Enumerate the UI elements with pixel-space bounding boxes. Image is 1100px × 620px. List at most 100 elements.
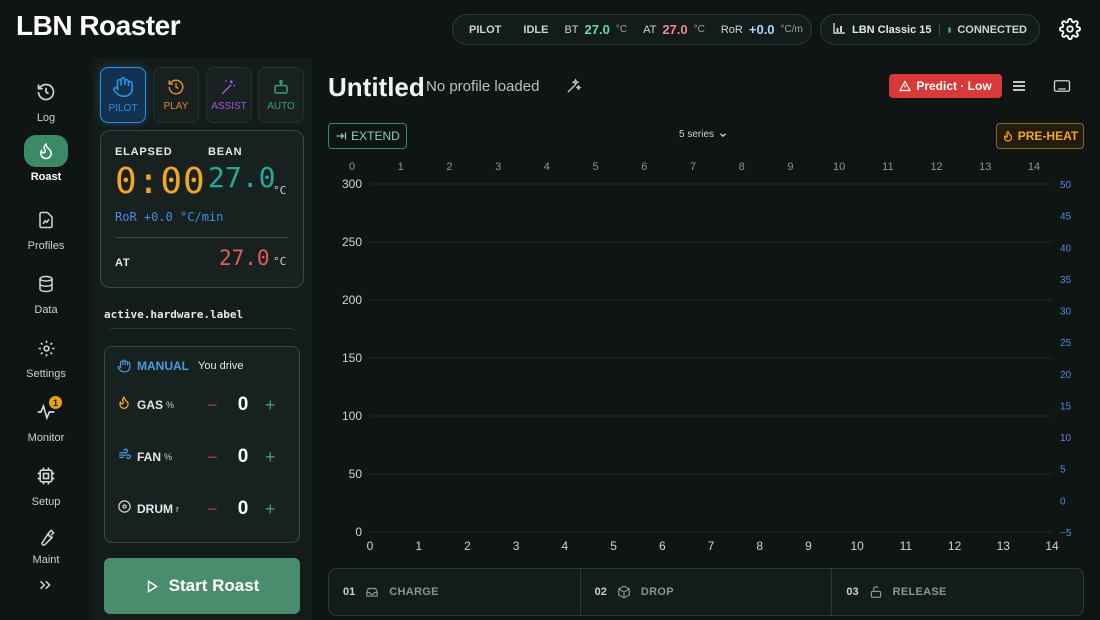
x-top-tick-label: 6 bbox=[641, 161, 647, 173]
y-right-tick-label: 15 bbox=[1060, 401, 1072, 412]
menu-button[interactable] bbox=[1011, 78, 1027, 99]
x-top-tick-label: 0 bbox=[349, 161, 355, 173]
x-bottom-tick-label: 2 bbox=[464, 539, 471, 552]
drum-label: DRUM bbox=[137, 502, 173, 516]
series-label: 5 series bbox=[679, 129, 715, 140]
inbox-icon bbox=[366, 587, 379, 597]
device-selector[interactable]: LBN Classic 15 CONNECTED bbox=[820, 14, 1040, 45]
x-top-tick-label: 8 bbox=[739, 161, 745, 173]
sidebar-item-maint[interactable]: Maint bbox=[0, 524, 92, 566]
ror-value: +0.0 bbox=[748, 22, 775, 37]
bt-label: BT bbox=[564, 23, 579, 36]
event-charge-button[interactable]: 01 CHARGE bbox=[329, 569, 581, 615]
event-name: RELEASE bbox=[892, 586, 947, 598]
x-bottom-tick-label: 0 bbox=[367, 539, 374, 552]
settings-button[interactable] bbox=[1056, 15, 1084, 43]
ror-unit: °C/m bbox=[780, 24, 803, 35]
flame-icon bbox=[119, 396, 129, 409]
gear-icon bbox=[1059, 18, 1081, 40]
profile-magic-button[interactable] bbox=[565, 77, 583, 100]
x-bottom-tick-label: 14 bbox=[1045, 539, 1059, 552]
x-top-tick-label: 5 bbox=[593, 161, 599, 173]
sidebar-item-monitor[interactable]: 1 Monitor bbox=[0, 396, 92, 456]
status-bar: PILOT IDLE BT 27.0 °C AT 27.0 °C RoR +0.… bbox=[452, 14, 812, 45]
tab-play[interactable]: PLAY bbox=[153, 67, 199, 123]
gas-unit: % bbox=[166, 400, 175, 410]
gas-label: GAS bbox=[137, 398, 164, 412]
x-bottom-tick-label: 12 bbox=[948, 539, 962, 552]
y-right-tick-label: 50 bbox=[1060, 180, 1072, 191]
device-name: LBN Classic 15 bbox=[852, 23, 932, 36]
sidebar-item-settings[interactable]: Settings bbox=[0, 332, 92, 392]
status-state: IDLE bbox=[523, 23, 549, 36]
x-top-tick-label: 7 bbox=[690, 161, 696, 173]
sidebar-item-label: Monitor bbox=[27, 432, 65, 444]
roast-chart[interactable]: 30025020015010050050454035302520151050−5… bbox=[312, 154, 1100, 552]
predict-label: Predict · Low bbox=[916, 79, 992, 93]
extend-button[interactable]: EXTEND bbox=[328, 123, 407, 149]
flame-icon bbox=[1003, 130, 1012, 142]
tab-auto[interactable]: AUTO bbox=[258, 67, 304, 123]
sidebar-item-label: Roast bbox=[30, 171, 62, 183]
warning-icon bbox=[899, 80, 912, 92]
at-value: 27.0 bbox=[219, 246, 270, 270]
series-dropdown[interactable]: 5 series bbox=[679, 129, 728, 140]
sidebar-item-data[interactable]: Data bbox=[0, 268, 92, 328]
preheat-button[interactable]: PRE-HEAT bbox=[996, 123, 1084, 149]
temperature-readout: ELAPSED BEAN 0:00 27.0 °C RoR +0.0 °C/mi… bbox=[100, 130, 304, 288]
y-left-tick-label: 300 bbox=[342, 177, 362, 191]
sidebar-item-log[interactable]: Log bbox=[0, 76, 92, 136]
x-bottom-tick-label: 5 bbox=[610, 539, 617, 552]
y-left-tick-label: 200 bbox=[342, 293, 362, 307]
event-drop-button[interactable]: 02 DROP bbox=[581, 569, 833, 615]
at-label: AT bbox=[643, 23, 657, 36]
event-number: 01 bbox=[343, 586, 356, 598]
y-right-tick-label: −5 bbox=[1060, 528, 1072, 539]
app-title: LBN Roaster bbox=[16, 10, 181, 41]
sidebar-item-profiles[interactable]: Profiles bbox=[0, 204, 92, 264]
app-header: LBN Roaster PILOT IDLE BT 27.0 °C AT 27.… bbox=[0, 0, 1100, 58]
gas-increase-button[interactable]: + bbox=[265, 395, 276, 416]
drum-decrease-button[interactable]: − bbox=[207, 499, 218, 520]
control-panel: PILOT PLAY ASSIST AUTO ELAPSED BEAN 0:00… bbox=[92, 58, 312, 620]
drum-value: 0 bbox=[237, 498, 249, 519]
x-top-tick-label: 13 bbox=[979, 161, 991, 173]
sidebar-item-label: Log bbox=[36, 112, 56, 124]
x-top-tick-label: 9 bbox=[787, 161, 793, 173]
gas-decrease-button[interactable]: − bbox=[207, 395, 218, 416]
y-left-tick-label: 0 bbox=[355, 525, 362, 539]
main-content: Untitled No profile loaded Predict · Low… bbox=[312, 58, 1100, 620]
x-top-tick-label: 11 bbox=[882, 161, 893, 173]
sidebar-expand-button[interactable] bbox=[36, 576, 54, 599]
y-left-tick-label: 100 bbox=[342, 409, 362, 423]
tab-assist[interactable]: ASSIST bbox=[206, 67, 252, 123]
hand-icon bbox=[117, 359, 131, 373]
fan-decrease-button[interactable]: − bbox=[207, 447, 218, 468]
sidebar: Log Roast Profiles Data Settings 1 Monit… bbox=[0, 58, 92, 620]
tab-label: AUTO bbox=[267, 101, 295, 112]
wrench-icon bbox=[40, 528, 55, 546]
sidebar-item-roast[interactable]: Roast bbox=[0, 135, 92, 195]
event-number: 03 bbox=[846, 586, 859, 598]
tab-pilot[interactable]: PILOT bbox=[100, 67, 146, 123]
event-release-button[interactable]: 03 RELEASE bbox=[832, 569, 1083, 615]
fan-label: FAN bbox=[137, 450, 161, 464]
notification-badge: 1 bbox=[49, 396, 62, 409]
hardware-label: active.hardware.label bbox=[104, 308, 244, 321]
event-bar: 01 CHARGE 02 DROP 03 RELEASE bbox=[328, 568, 1084, 616]
y-left-tick-label: 150 bbox=[342, 351, 362, 365]
y-right-tick-label: 5 bbox=[1060, 465, 1066, 476]
fan-unit: % bbox=[164, 452, 173, 462]
x-top-tick-label: 2 bbox=[446, 161, 452, 173]
sidebar-item-setup[interactable]: Setup bbox=[0, 460, 92, 520]
predict-button[interactable]: Predict · Low bbox=[889, 74, 1002, 98]
tab-label: ASSIST bbox=[211, 101, 247, 112]
tab-label: PLAY bbox=[163, 101, 189, 112]
fan-increase-button[interactable]: + bbox=[265, 447, 276, 468]
y-left-tick-label: 250 bbox=[342, 235, 362, 249]
menu-icon bbox=[1013, 81, 1025, 91]
keyboard-button[interactable] bbox=[1052, 77, 1072, 100]
drum-increase-button[interactable]: + bbox=[265, 499, 276, 520]
bean-unit: °C bbox=[273, 184, 287, 197]
start-roast-button[interactable]: Start Roast bbox=[104, 558, 300, 614]
